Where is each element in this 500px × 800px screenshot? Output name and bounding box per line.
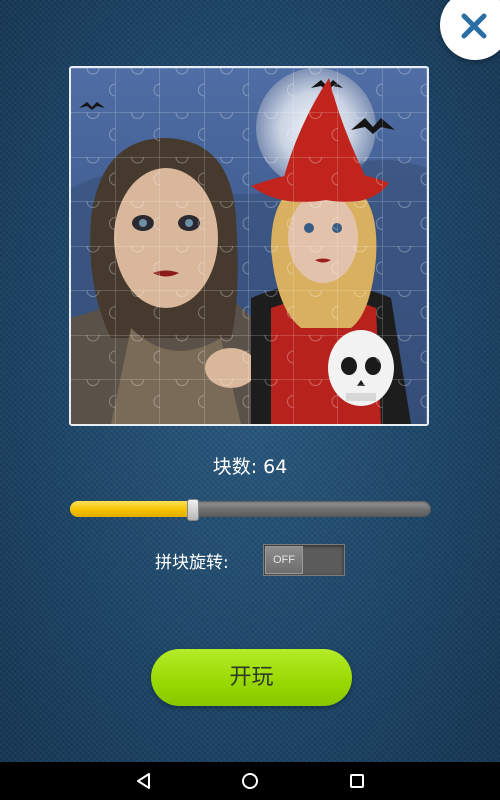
slider-thumb[interactable] (187, 499, 199, 521)
rotation-setting-row: 拼块旋转: OFF (155, 544, 345, 576)
slider-fill (70, 501, 193, 517)
home-icon (241, 773, 258, 789)
recents-icon (349, 774, 364, 788)
puzzle-preview-image (69, 66, 429, 426)
system-navigation-bar (0, 762, 500, 800)
recents-button[interactable] (337, 766, 377, 796)
close-button[interactable] (440, 0, 500, 60)
toggle-knob: OFF (265, 546, 303, 574)
back-button[interactable] (123, 766, 163, 796)
play-button[interactable]: 开玩 (151, 649, 352, 706)
puzzle-setup-screen: 块数: 64 拼块旋转: OFF 开玩 (0, 0, 500, 762)
close-icon (461, 13, 487, 39)
piece-count-slider[interactable] (70, 499, 431, 521)
back-icon (137, 773, 151, 789)
rotation-toggle[interactable]: OFF (263, 544, 345, 576)
rotation-label: 拼块旋转: (155, 552, 229, 573)
home-button[interactable] (230, 766, 270, 796)
piece-count-label: 块数: 64 (212, 456, 288, 478)
